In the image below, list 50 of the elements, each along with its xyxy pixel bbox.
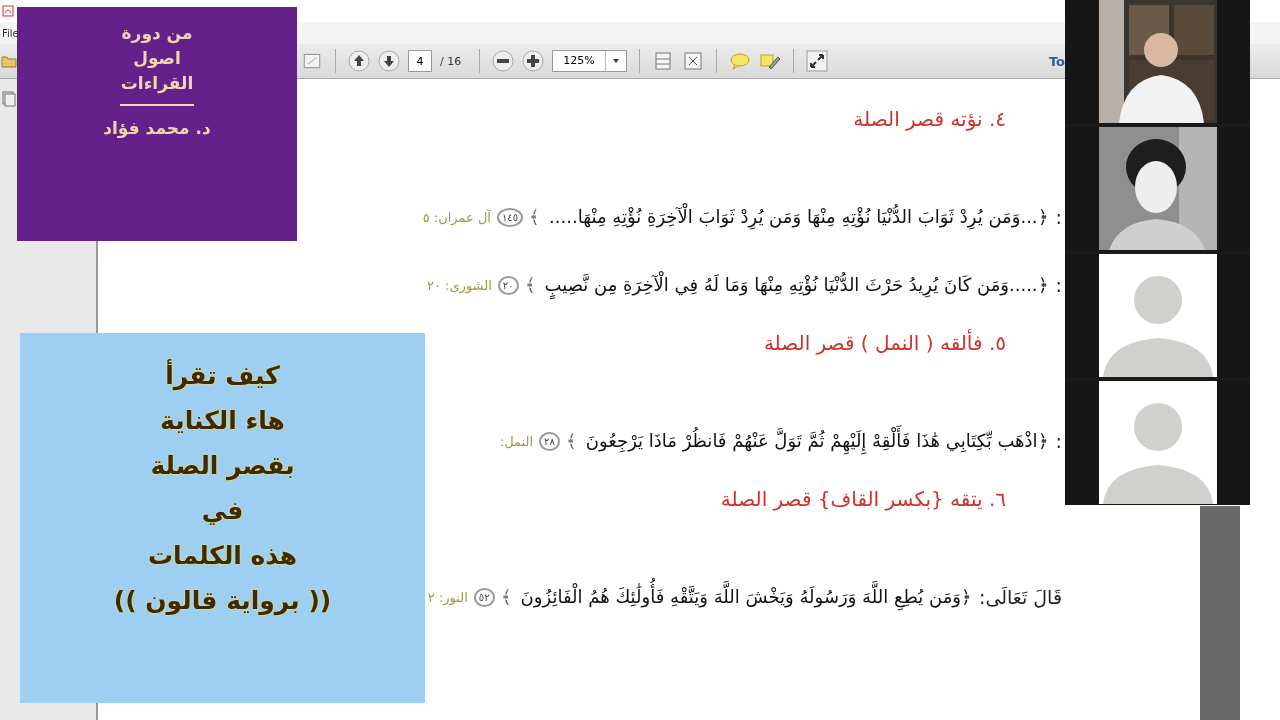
zoom-in-icon[interactable] [522, 50, 545, 72]
verse-reference: آل عمران: ٥ [422, 209, 491, 225]
verse-intro: : [1055, 430, 1062, 452]
author-name: د. محمد فؤاد [103, 117, 211, 140]
video-tile[interactable] [1065, 381, 1250, 505]
verse-text: ﴿وَمَن يُطِعِ اللَّهَ وَرَسُولَهُ وَيَخْشَ اللَّهَ وَيَتَّقْهِ فَأُولَٰئِكَ هُمُ الْفَائِزُونَ [517, 577, 975, 617]
video-tile[interactable] [1065, 0, 1250, 124]
lesson-title-line: بقصر الصلة [150, 450, 295, 483]
lesson-title-line: كيف تقرأ [165, 358, 280, 393]
verse-reference: الشورى: ٢٠ [426, 277, 492, 293]
verse-reference: النمل: [499, 433, 534, 449]
section-heading: ٥. فألقه ( النمل ) قصر الصلة [763, 331, 1006, 355]
verse-number: ١٤٥ [497, 207, 524, 227]
verse-text: ﴿...وَمَن يُرِدْ ثَوَابَ الدُّنْيَا نُؤْتِهِ مِنْهَا وَمَن يُرِدْ ثَوَابَ الْآخِرَةِ نُؤْتِهِ مِنْهَا..... [546, 197, 1052, 237]
section-heading: ٤. نؤته قصر الصلة [853, 107, 1006, 131]
verse-text: ﴿اذْهَب بِّكِتَابِي هَٰذَا فَأَلْقِهْ إِلَيْهِمْ ثُمَّ تَوَلَّ عَنْهُمْ فَانظُرْ مَاذَا يَرْجِعُونَ [582, 421, 1052, 461]
verse-end-ornament: ﴾ [523, 273, 537, 297]
lesson-title-line: في [201, 495, 244, 527]
page-number-field[interactable]: 4 [408, 50, 432, 72]
scroll-bar[interactable] [1200, 506, 1240, 720]
verse-end-ornament: ﴾ [499, 585, 513, 609]
fit-width-icon[interactable] [681, 50, 704, 72]
verse-number: ٢٠ [497, 275, 519, 295]
verse-text: ﴿.....وَمَن كَانَ يُرِيدُ حَرْثَ الدُّنْيَا نُؤْتِهِ مِنْهَا وَمَا لَهُ فِي الْآخِرَةِ مِن نَّصِيبٍ [541, 265, 1052, 305]
verse-intro: قَالَ تَعَالَى: [979, 586, 1062, 608]
lesson-title-line: هاء الكناية [160, 405, 285, 437]
lesson-title-line: (( برواية قالون )) [113, 585, 332, 618]
course-title-line: اصول [133, 47, 181, 70]
section-heading: ٦. يتقه {بكسر القاف} قصر الصلة [720, 487, 1006, 511]
verse-end-ornament: ﴾ [528, 205, 542, 229]
previous-page-icon[interactable] [348, 50, 370, 72]
video-tile[interactable] [1065, 254, 1250, 378]
verse-intro: : [1055, 206, 1062, 228]
verse-number: ٢٨ [539, 431, 560, 451]
next-page-icon[interactable] [378, 50, 400, 72]
verse-reference: النور: ٢ [427, 589, 468, 605]
expand-icon[interactable] [805, 50, 828, 72]
verse-intro: : [1055, 274, 1062, 296]
pages-panel-icon[interactable] [2, 91, 16, 107]
course-title-line: القراءات [120, 72, 194, 96]
verse-number: ٥٢ [473, 587, 495, 607]
video-tile[interactable] [1065, 127, 1250, 251]
zoom-out-icon[interactable] [492, 50, 515, 72]
dropdown-caret-icon[interactable] [611, 58, 620, 64]
course-title-line: من دورة [121, 22, 193, 46]
tools-label[interactable]: To [1048, 53, 1065, 69]
page-count: / 16 [440, 54, 462, 68]
lesson-title-line: هذه الكلمات [147, 540, 298, 572]
avatar-placeholder-icon [1098, 254, 1217, 377]
verse-end-ornament: ﴾ [564, 429, 578, 453]
